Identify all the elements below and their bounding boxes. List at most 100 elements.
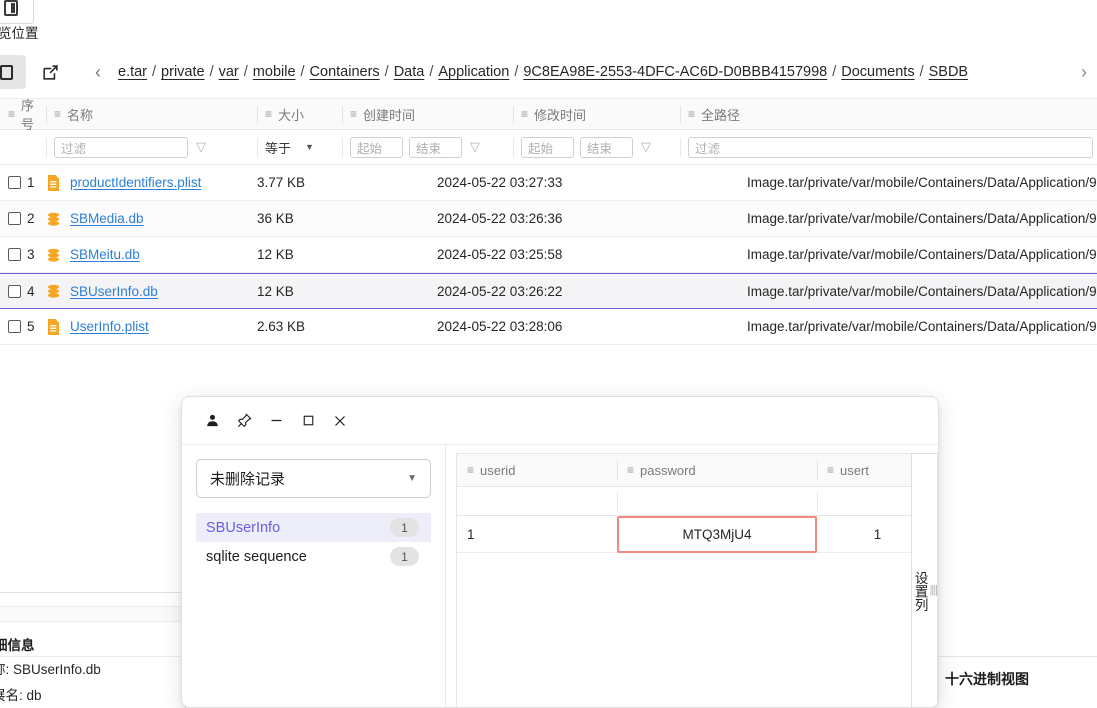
column-settings-tab[interactable]: |||| 设置列 <box>911 453 938 707</box>
breadcrumb-back-button[interactable]: ‹ <box>84 55 112 89</box>
column-header-index[interactable]: ≡ 序号 <box>0 98 46 132</box>
file-name-cell: SBUserInfo.db <box>46 282 257 300</box>
user-icon-button[interactable] <box>196 405 228 437</box>
breadcrumb-segment[interactable]: Application <box>438 64 509 80</box>
window-icon <box>4 0 18 16</box>
record-count-badge: 1 <box>390 518 419 537</box>
table-row[interactable]: 3 SBMeitu.db 12 KB 2024-05-22 03:25:58 Image… <box>0 237 1097 273</box>
funnel-icon[interactable]: ▽ <box>194 139 208 155</box>
filter-cell-created: 起始 结束 ▽ <box>342 130 513 165</box>
file-name-link[interactable]: SBUserInfo.db <box>70 284 158 299</box>
breadcrumb-segment[interactable]: private <box>161 64 205 80</box>
record-grid: ≡ userid ≡ password ≡ usert 1 MTQ3MjU4 1 <box>456 453 938 707</box>
column-header-modified[interactable]: ≡ 修改时间 <box>513 99 680 130</box>
column-menu-icon: ≡ <box>521 107 529 121</box>
database-viewer-window: 未删除记录 ▼ SBUserInfo 1 sqlite sequence 1 ≡ us… <box>181 396 939 708</box>
path-filter-input[interactable]: 过滤 <box>688 136 1093 158</box>
file-name-link[interactable]: SBMeitu.db <box>70 247 140 262</box>
table-row[interactable]: 4 SBUserInfo.db 12 KB 2024-05-22 03:26:22 Im… <box>0 273 1097 309</box>
pin-button[interactable] <box>228 405 260 437</box>
created-end-input[interactable]: 结束 <box>409 136 462 158</box>
file-name-cell: UserInfo.plist <box>46 318 257 336</box>
file-path-cell: Image.tar/private/var/mobile/Containers/… <box>747 211 1097 226</box>
row-checkbox[interactable] <box>8 176 21 189</box>
file-name-cell: SBMedia.db <box>46 210 257 228</box>
close-icon <box>335 415 345 426</box>
filter-cell-index <box>0 130 46 165</box>
row-select-cell: 2 <box>0 211 46 226</box>
close-button[interactable] <box>324 405 356 437</box>
breadcrumb-forward-button[interactable]: › <box>1071 62 1097 83</box>
size-operator-select[interactable]: 等于 ▼ <box>265 138 314 157</box>
breadcrumb-segment[interactable]: e.tar <box>118 64 147 80</box>
breadcrumb-segment[interactable]: 9C8EA98E-2553-4DFC-AC6D-D0BBB4157998 <box>523 64 827 80</box>
created-start-input[interactable]: 起始 <box>350 136 403 158</box>
breadcrumb-separator: / <box>919 64 924 80</box>
column-header-label: 名称 <box>67 107 94 123</box>
details-name-row: 称: SBUserInfo.db <box>0 662 101 677</box>
record-cell-userid[interactable]: 1 <box>457 516 617 553</box>
file-name-link[interactable]: UserInfo.plist <box>70 319 149 334</box>
table-row[interactable]: 5 UserInfo.plist 2.63 KB 2024-05-22 03:28:0… <box>0 309 1097 345</box>
modified-start-input[interactable]: 起始 <box>521 136 574 158</box>
row-checkbox[interactable] <box>8 284 21 298</box>
column-header-created[interactable]: ≡ 创建时间 <box>342 99 513 130</box>
grid-filter-userid[interactable] <box>457 487 617 516</box>
file-size-cell: 3.77 KB <box>257 175 306 190</box>
record-row[interactable]: 1 MTQ3MjU4 1 <box>457 515 938 553</box>
table-row[interactable]: 1 productIdentifiers.plist 3.77 KB 2024-05-… <box>0 165 1097 201</box>
grid-filter-password[interactable] <box>617 487 817 516</box>
breadcrumb-segment[interactable]: Data <box>394 64 425 80</box>
funnel-icon[interactable]: ▽ <box>468 139 482 155</box>
edit-square-icon <box>42 63 58 80</box>
list-item[interactable]: sqlite sequence 1 <box>196 542 431 571</box>
breadcrumb-segment[interactable]: var <box>219 64 239 80</box>
column-header-fullpath[interactable]: ≡ 全路径 <box>680 99 1097 130</box>
column-settings-label: 设置列 <box>912 571 928 612</box>
column-header-name[interactable]: ≡ 名称 <box>46 99 257 130</box>
row-select-cell: 4 <box>0 284 46 299</box>
column-menu-icon: ≡ <box>827 463 835 477</box>
maximize-button[interactable] <box>292 405 324 437</box>
row-checkbox[interactable] <box>8 320 21 333</box>
row-checkbox[interactable] <box>8 248 21 261</box>
modified-end-input[interactable]: 结束 <box>580 136 633 158</box>
breadcrumb-segment[interactable]: Documents <box>841 64 914 80</box>
file-table-header: ≡ 序号 ≡ 名称 ≡ 大小 ≡ 创建时间 ≡ 修改时间 ≡ 全路径 <box>0 98 1097 132</box>
file-created-cell: 2024-05-22 03:26:22 <box>437 283 563 299</box>
file-name-link[interactable]: productIdentifiers.plist <box>70 175 201 190</box>
file-name-link[interactable]: SBMedia.db <box>70 211 144 226</box>
file-size-cell: 12 KB <box>257 247 294 262</box>
caret-down-icon: ▼ <box>305 142 314 152</box>
window-icon <box>0 64 13 80</box>
record-count-badge: 1 <box>390 547 419 566</box>
breadcrumb-segment[interactable]: mobile <box>253 64 296 80</box>
breadcrumb-separator: / <box>152 64 157 80</box>
column-menu-icon: ≡ <box>688 107 696 121</box>
breadcrumb-separator: / <box>429 64 434 80</box>
record-cell-password[interactable]: MTQ3MjU4 <box>617 515 817 553</box>
record-filter-select[interactable]: 未删除记录 ▼ <box>196 459 431 498</box>
location-toggle-button[interactable] <box>0 55 26 89</box>
name-filter-input[interactable]: 过滤 <box>54 136 188 158</box>
filter-cell-name: 过滤 ▽ <box>46 130 257 165</box>
app-root: 览位置 ‹ e.tar / private / var / mobile / Container… <box>0 0 1097 708</box>
file-path-cell: Image.tar/private/var/mobile/Containers/… <box>747 175 1097 190</box>
table-row[interactable]: 2 SBMedia.db 36 KB 2024-05-22 03:26:36 Image… <box>0 201 1097 237</box>
list-item[interactable]: SBUserInfo 1 <box>196 513 431 542</box>
column-header-size[interactable]: ≡ 大小 <box>257 99 342 130</box>
file-path-cell: Image.tar/private/var/mobile/Containers/… <box>747 247 1097 262</box>
funnel-icon[interactable]: ▽ <box>639 139 653 155</box>
grid-column-header-password[interactable]: ≡ password <box>617 454 817 487</box>
column-menu-icon: ≡ <box>54 107 62 121</box>
details-panel-title: 细信息 <box>0 638 35 653</box>
file-size-cell: 2.63 KB <box>257 319 306 334</box>
breadcrumb-segment[interactable]: Containers <box>310 64 380 80</box>
minimize-button[interactable] <box>260 405 292 437</box>
window-icon-button[interactable] <box>0 0 34 24</box>
breadcrumb-segment[interactable]: SBDB <box>929 64 969 80</box>
caret-down-icon: ▼ <box>407 473 417 484</box>
row-checkbox[interactable] <box>8 212 21 225</box>
edit-path-button[interactable] <box>30 55 70 89</box>
grid-column-header-userid[interactable]: ≡ userid <box>457 454 617 487</box>
